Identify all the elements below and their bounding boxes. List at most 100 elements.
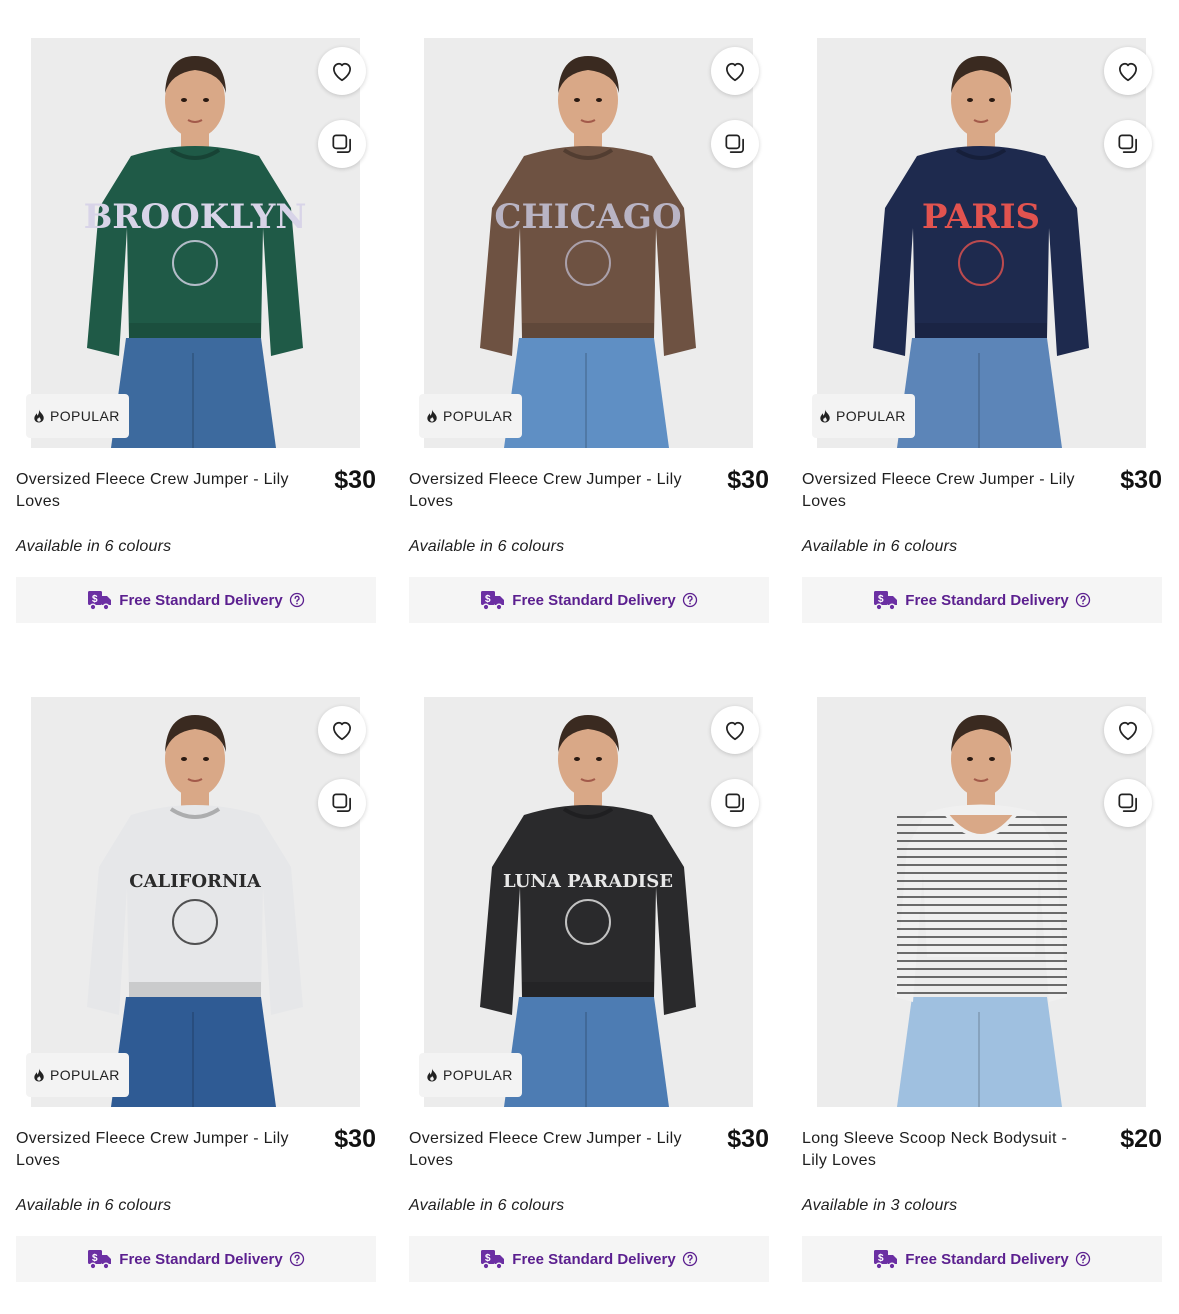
svg-text:LUNA PARADISE: LUNA PARADISE	[503, 871, 673, 892]
product-card[interactable]: CALIFORNIA POPULAR Oversized Fleece Crew…	[16, 697, 376, 1297]
wishlist-button[interactable]	[1104, 706, 1152, 754]
delivery-banner[interactable]: $ Free Standard Delivery	[409, 577, 769, 623]
help-icon[interactable]	[289, 592, 305, 608]
product-title[interactable]: Oversized Fleece Crew Jumper - Lily Love…	[16, 1128, 306, 1172]
badge-label: POPULAR	[836, 408, 906, 424]
product-image[interactable]: BROOKLYN	[31, 38, 360, 448]
colour-availability: Available in 6 colours	[409, 1197, 565, 1214]
flame-icon	[34, 409, 44, 423]
delivery-truck-icon: $	[874, 591, 898, 611]
flame-icon	[427, 409, 437, 423]
model-photo: CHICAGO	[480, 56, 696, 448]
heart-icon	[1119, 721, 1137, 741]
delivery-banner[interactable]: $ Free Standard Delivery	[16, 577, 376, 623]
compare-button[interactable]	[1104, 779, 1152, 827]
heart-icon	[726, 62, 744, 82]
compare-icon	[725, 134, 744, 153]
help-icon[interactable]	[682, 592, 698, 608]
compare-button[interactable]	[318, 779, 366, 827]
delivery-truck-icon: $	[88, 591, 112, 611]
product-price: $30	[334, 1125, 376, 1153]
model-photo: PARIS	[873, 56, 1089, 448]
flame-icon	[34, 1068, 44, 1082]
product-price: $30	[334, 466, 376, 494]
product-title[interactable]: Oversized Fleece Crew Jumper - Lily Love…	[16, 469, 306, 513]
wishlist-button[interactable]	[711, 706, 759, 754]
product-card[interactable]: LUNA PARADISE POPULAR Oversized Fleece C…	[409, 697, 769, 1297]
product-title[interactable]: Oversized Fleece Crew Jumper - Lily Love…	[409, 1128, 699, 1172]
product-card[interactable]: PARIS POPULAR Oversized Fleece Crew Jump…	[802, 38, 1162, 638]
heart-icon	[333, 721, 351, 741]
compare-icon	[1118, 134, 1137, 153]
delivery-banner[interactable]: $ Free Standard Delivery	[16, 1236, 376, 1282]
help-icon[interactable]	[1075, 1251, 1091, 1267]
help-icon[interactable]	[289, 1251, 305, 1267]
delivery-label: Free Standard Delivery	[512, 1250, 676, 1268]
delivery-truck-icon: $	[481, 1250, 505, 1270]
delivery-truck-icon: $	[88, 1250, 112, 1270]
product-card[interactable]: BROOKLYN POPULAR Oversized Fleece Crew J…	[16, 38, 376, 638]
badge-label: POPULAR	[50, 1067, 120, 1083]
popular-badge: POPULAR	[812, 394, 915, 438]
delivery-banner[interactable]: $ Free Standard Delivery	[802, 1236, 1162, 1282]
delivery-label: Free Standard Delivery	[119, 1250, 283, 1268]
wishlist-button[interactable]	[318, 706, 366, 754]
svg-text:$: $	[485, 594, 491, 605]
model-photo: BROOKLYN	[84, 56, 306, 448]
product-image[interactable]	[817, 697, 1146, 1107]
heart-icon	[1119, 62, 1137, 82]
badge-label: POPULAR	[50, 408, 120, 424]
delivery-label: Free Standard Delivery	[905, 1250, 1069, 1268]
delivery-label: Free Standard Delivery	[905, 591, 1069, 609]
popular-badge: POPULAR	[419, 1053, 522, 1097]
flame-icon	[427, 1068, 437, 1082]
product-card[interactable]: CHICAGO POPULAR Oversized Fleece Crew Ju…	[409, 38, 769, 638]
delivery-label: Free Standard Delivery	[119, 591, 283, 609]
product-image[interactable]: PARIS	[817, 38, 1146, 448]
product-price: $20	[1120, 1125, 1162, 1153]
help-icon[interactable]	[1075, 592, 1091, 608]
compare-button[interactable]	[1104, 120, 1152, 168]
product-image[interactable]: CALIFORNIA	[31, 697, 360, 1107]
badge-label: POPULAR	[443, 408, 513, 424]
compare-button[interactable]	[318, 120, 366, 168]
svg-text:PARIS: PARIS	[922, 197, 1040, 237]
colour-availability: Available in 6 colours	[802, 538, 958, 555]
product-grid: BROOKLYN POPULAR Oversized Fleece Crew J…	[0, 0, 1179, 1314]
delivery-truck-icon: $	[481, 591, 505, 611]
product-title[interactable]: Oversized Fleece Crew Jumper - Lily Love…	[409, 469, 699, 513]
compare-button[interactable]	[711, 120, 759, 168]
popular-badge: POPULAR	[26, 394, 129, 438]
compare-icon	[1118, 793, 1137, 812]
product-image[interactable]: LUNA PARADISE	[424, 697, 753, 1107]
help-icon[interactable]	[682, 1251, 698, 1267]
delivery-banner[interactable]: $ Free Standard Delivery	[802, 577, 1162, 623]
colour-availability: Available in 6 colours	[409, 538, 565, 555]
compare-button[interactable]	[711, 779, 759, 827]
delivery-truck-icon: $	[874, 1250, 898, 1270]
svg-text:CALIFORNIA: CALIFORNIA	[129, 871, 262, 892]
product-price: $30	[727, 1125, 769, 1153]
flame-icon	[820, 409, 830, 423]
svg-text:$: $	[92, 1253, 98, 1264]
delivery-label: Free Standard Delivery	[512, 591, 676, 609]
product-image[interactable]: CHICAGO	[424, 38, 753, 448]
product-title[interactable]: Long Sleeve Scoop Neck Bodysuit - Lily L…	[802, 1128, 1092, 1172]
svg-text:$: $	[878, 594, 884, 605]
compare-icon	[332, 134, 351, 153]
wishlist-button[interactable]	[318, 47, 366, 95]
compare-icon	[725, 793, 744, 812]
product-card[interactable]: Long Sleeve Scoop Neck Bodysuit - Lily L…	[802, 697, 1162, 1297]
model-photo: CALIFORNIA	[87, 715, 303, 1107]
delivery-banner[interactable]: $ Free Standard Delivery	[409, 1236, 769, 1282]
wishlist-button[interactable]	[1104, 47, 1152, 95]
model-photo	[895, 715, 1067, 1107]
wishlist-button[interactable]	[711, 47, 759, 95]
colour-availability: Available in 6 colours	[16, 538, 172, 555]
svg-text:$: $	[878, 1253, 884, 1264]
heart-icon	[726, 721, 744, 741]
badge-label: POPULAR	[443, 1067, 513, 1083]
product-title[interactable]: Oversized Fleece Crew Jumper - Lily Love…	[802, 469, 1092, 513]
product-price: $30	[1120, 466, 1162, 494]
colour-availability: Available in 6 colours	[16, 1197, 172, 1214]
